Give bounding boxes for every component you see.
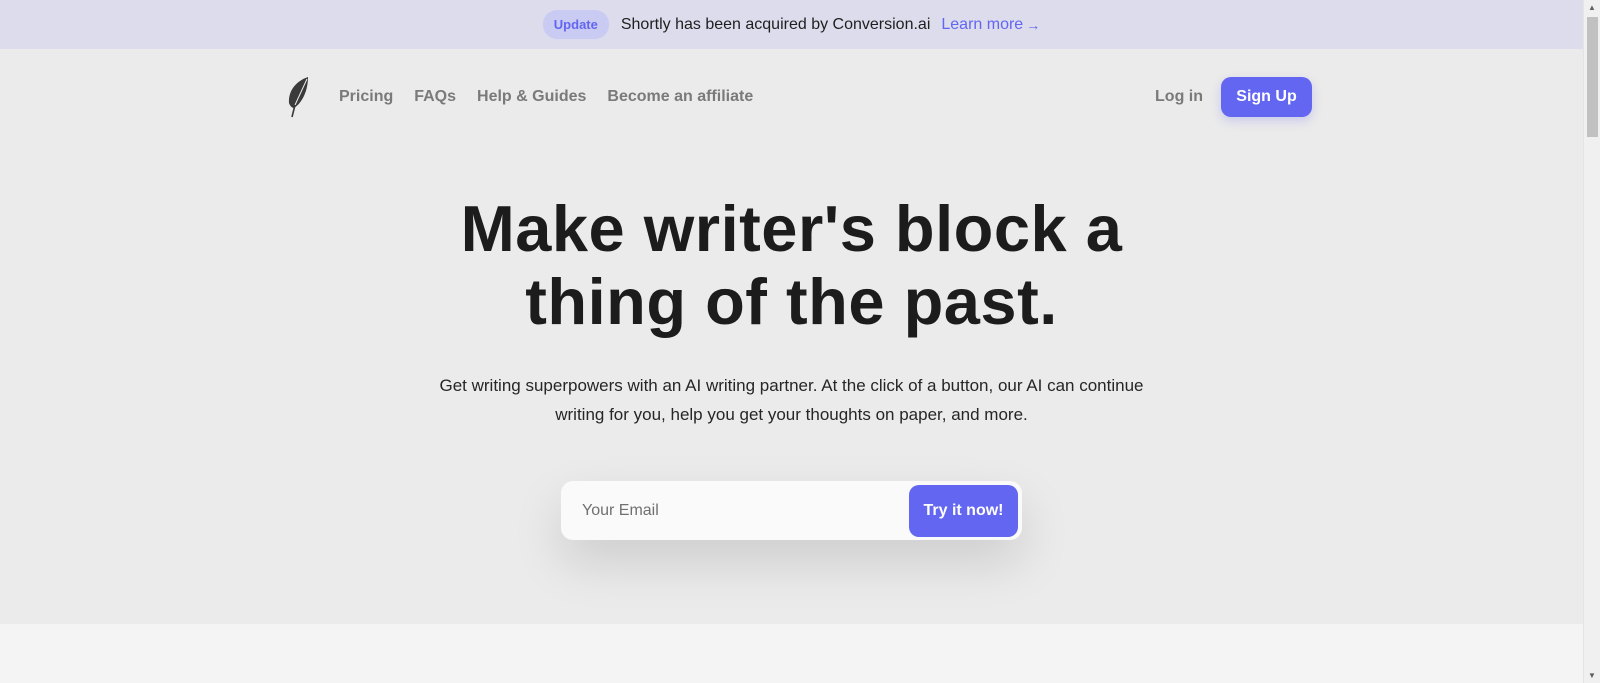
nav-link-pricing[interactable]: Pricing [339, 88, 393, 106]
nav-links: Pricing FAQs Help & Guides Become an aff… [339, 88, 774, 106]
nav-link-affiliate[interactable]: Become an affiliate [607, 88, 753, 106]
signup-button[interactable]: Sign Up [1221, 77, 1312, 117]
scroll-thumb[interactable] [1587, 17, 1598, 137]
learn-more-label: Learn more [941, 15, 1024, 33]
announcement-banner: Update Shortly has been acquired by Conv… [0, 0, 1583, 49]
login-link[interactable]: Log in [1155, 88, 1203, 106]
try-it-now-button[interactable]: Try it now! [909, 484, 1018, 537]
hero-subtitle-line-2: writing for you, help you get your thoug… [555, 405, 1028, 424]
update-badge: Update [542, 10, 609, 39]
scroll-down-arrow-icon[interactable]: ▼ [1588, 671, 1596, 680]
hero-subtitle: Get writing superpowers with an AI writi… [0, 371, 1583, 429]
page-scrollbar[interactable]: ▲ ▼ [1583, 0, 1600, 683]
learn-more-link[interactable]: Learn more → [941, 16, 1040, 34]
hero-title-line-1: Make writer's block a [460, 192, 1123, 265]
announcement-text: Shortly has been acquired by Conversion.… [620, 15, 931, 33]
next-section [0, 624, 1583, 683]
nav-link-help-guides[interactable]: Help & Guides [477, 88, 586, 106]
arrow-right-icon: → [1026, 16, 1041, 33]
email-signup-form: Try it now! [561, 480, 1022, 541]
page: Update Shortly has been acquired by Conv… [0, 0, 1583, 683]
nav-link-faqs[interactable]: FAQs [414, 88, 456, 106]
hero-title-line-2: thing of the past. [525, 265, 1058, 338]
scroll-up-arrow-icon[interactable]: ▲ [1588, 3, 1596, 12]
email-input[interactable] [561, 480, 909, 541]
hero-subtitle-line-1: Get writing superpowers with an AI writi… [439, 376, 1144, 395]
top-nav: Pricing FAQs Help & Guides Become an aff… [286, 76, 1312, 118]
feather-icon[interactable] [286, 75, 314, 119]
hero-title: Make writer's block a thing of the past. [0, 192, 1583, 338]
nav-actions: Log in Sign Up [1155, 77, 1312, 117]
